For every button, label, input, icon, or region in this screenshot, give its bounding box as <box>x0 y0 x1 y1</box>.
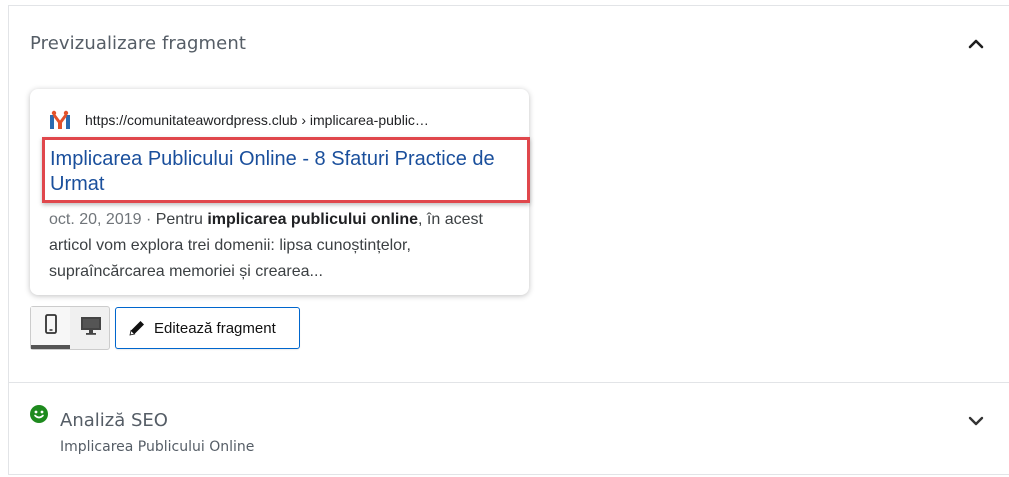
snippet-date: oct. 20, 2019 <box>49 211 142 228</box>
chevron-up-icon[interactable] <box>965 32 987 54</box>
snippet-title[interactable]: Implicarea Publicului Online - 8 Sfaturi… <box>50 147 528 197</box>
snippet-desc-before: Pentru <box>155 211 208 228</box>
snippet-url[interactable]: https://comunitateawordpress.club › impl… <box>85 112 429 128</box>
chevron-down-icon[interactable] <box>965 410 987 432</box>
site-favicon-icon <box>49 110 71 132</box>
snippet-date-separator: · <box>141 211 156 228</box>
snippet-preview-header[interactable]: Previzualizare fragment <box>9 6 1009 80</box>
snippet-desc-keyword: implicarea publicului online <box>207 211 419 228</box>
seo-focus-keyphrase: Implicarea Publicului Online <box>60 439 255 455</box>
snippet-preview-title: Previzualizare fragment <box>30 33 247 54</box>
edit-snippet-label: Editează fragment <box>154 319 276 337</box>
mobile-icon <box>44 313 57 339</box>
snippet-description: oct. 20, 2019 · Pentru implicarea public… <box>49 207 519 285</box>
seo-analysis-header[interactable]: Analiză SEO Implicarea Publicului Online <box>9 383 1009 475</box>
desktop-icon <box>80 316 102 340</box>
pencil-icon <box>128 319 146 337</box>
mobile-preview-button[interactable] <box>31 307 70 349</box>
desktop-preview-button[interactable] <box>71 307 110 349</box>
preview-mode-toggle <box>30 306 110 350</box>
edit-snippet-button[interactable]: Editează fragment <box>115 307 300 349</box>
google-snippet-preview: https://comunitateawordpress.club › impl… <box>30 89 530 295</box>
seo-analysis-title: Analiză SEO <box>60 410 168 431</box>
seo-metabox: Previzualizare fragment https://comunita… <box>8 5 1009 475</box>
smiley-icon <box>30 405 48 423</box>
